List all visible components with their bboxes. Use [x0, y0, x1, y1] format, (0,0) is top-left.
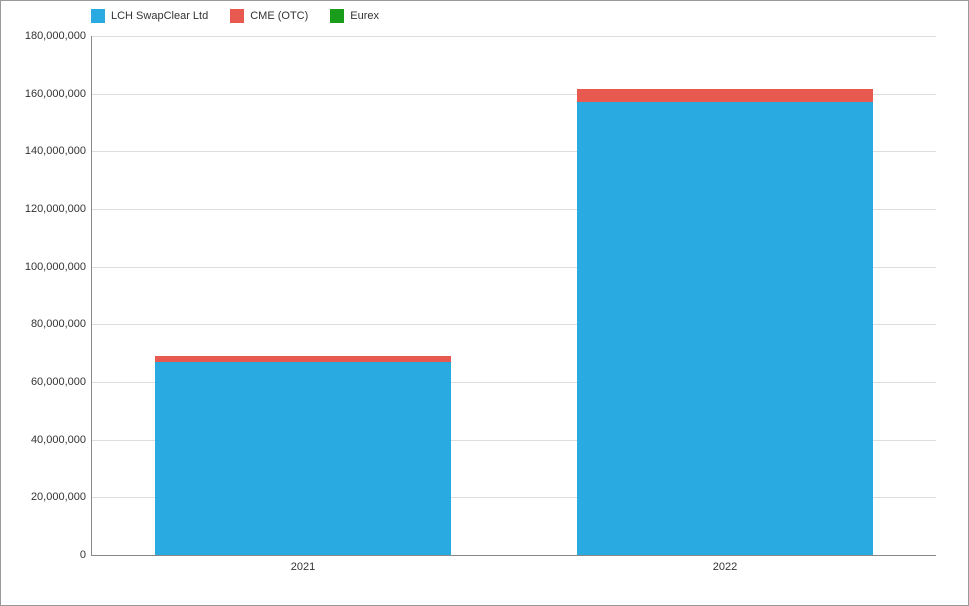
bar-segment — [577, 102, 872, 555]
x-tick-label: 2022 — [713, 555, 737, 573]
bar-segment — [577, 89, 872, 102]
legend-label: CME (OTC) — [250, 10, 308, 22]
legend: LCH SwapClear Ltd CME (OTC) Eurex — [91, 9, 379, 23]
y-tick-label: 40,000,000 — [31, 434, 92, 446]
legend-item-lch: LCH SwapClear Ltd — [91, 9, 208, 23]
y-tick-label: 120,000,000 — [25, 203, 92, 215]
legend-label: LCH SwapClear Ltd — [111, 10, 208, 22]
legend-item-cme: CME (OTC) — [230, 9, 308, 23]
legend-swatch-lch — [91, 9, 105, 23]
bar-segment — [155, 362, 450, 555]
plot-area: 020,000,00040,000,00060,000,00080,000,00… — [91, 36, 936, 556]
y-tick-label: 0 — [80, 549, 92, 561]
legend-label: Eurex — [350, 10, 379, 22]
bar-segment — [155, 356, 450, 362]
y-tick-label: 80,000,000 — [31, 318, 92, 330]
legend-swatch-eurex — [330, 9, 344, 23]
y-tick-label: 160,000,000 — [25, 88, 92, 100]
legend-item-eurex: Eurex — [330, 9, 379, 23]
y-tick-label: 60,000,000 — [31, 376, 92, 388]
y-tick-label: 180,000,000 — [25, 30, 92, 42]
x-tick-label: 2021 — [291, 555, 315, 573]
legend-swatch-cme — [230, 9, 244, 23]
y-tick-label: 20,000,000 — [31, 491, 92, 503]
y-tick-label: 140,000,000 — [25, 145, 92, 157]
chart-frame: LCH SwapClear Ltd CME (OTC) Eurex 020,00… — [0, 0, 969, 606]
grid-line — [92, 36, 936, 37]
y-tick-label: 100,000,000 — [25, 261, 92, 273]
